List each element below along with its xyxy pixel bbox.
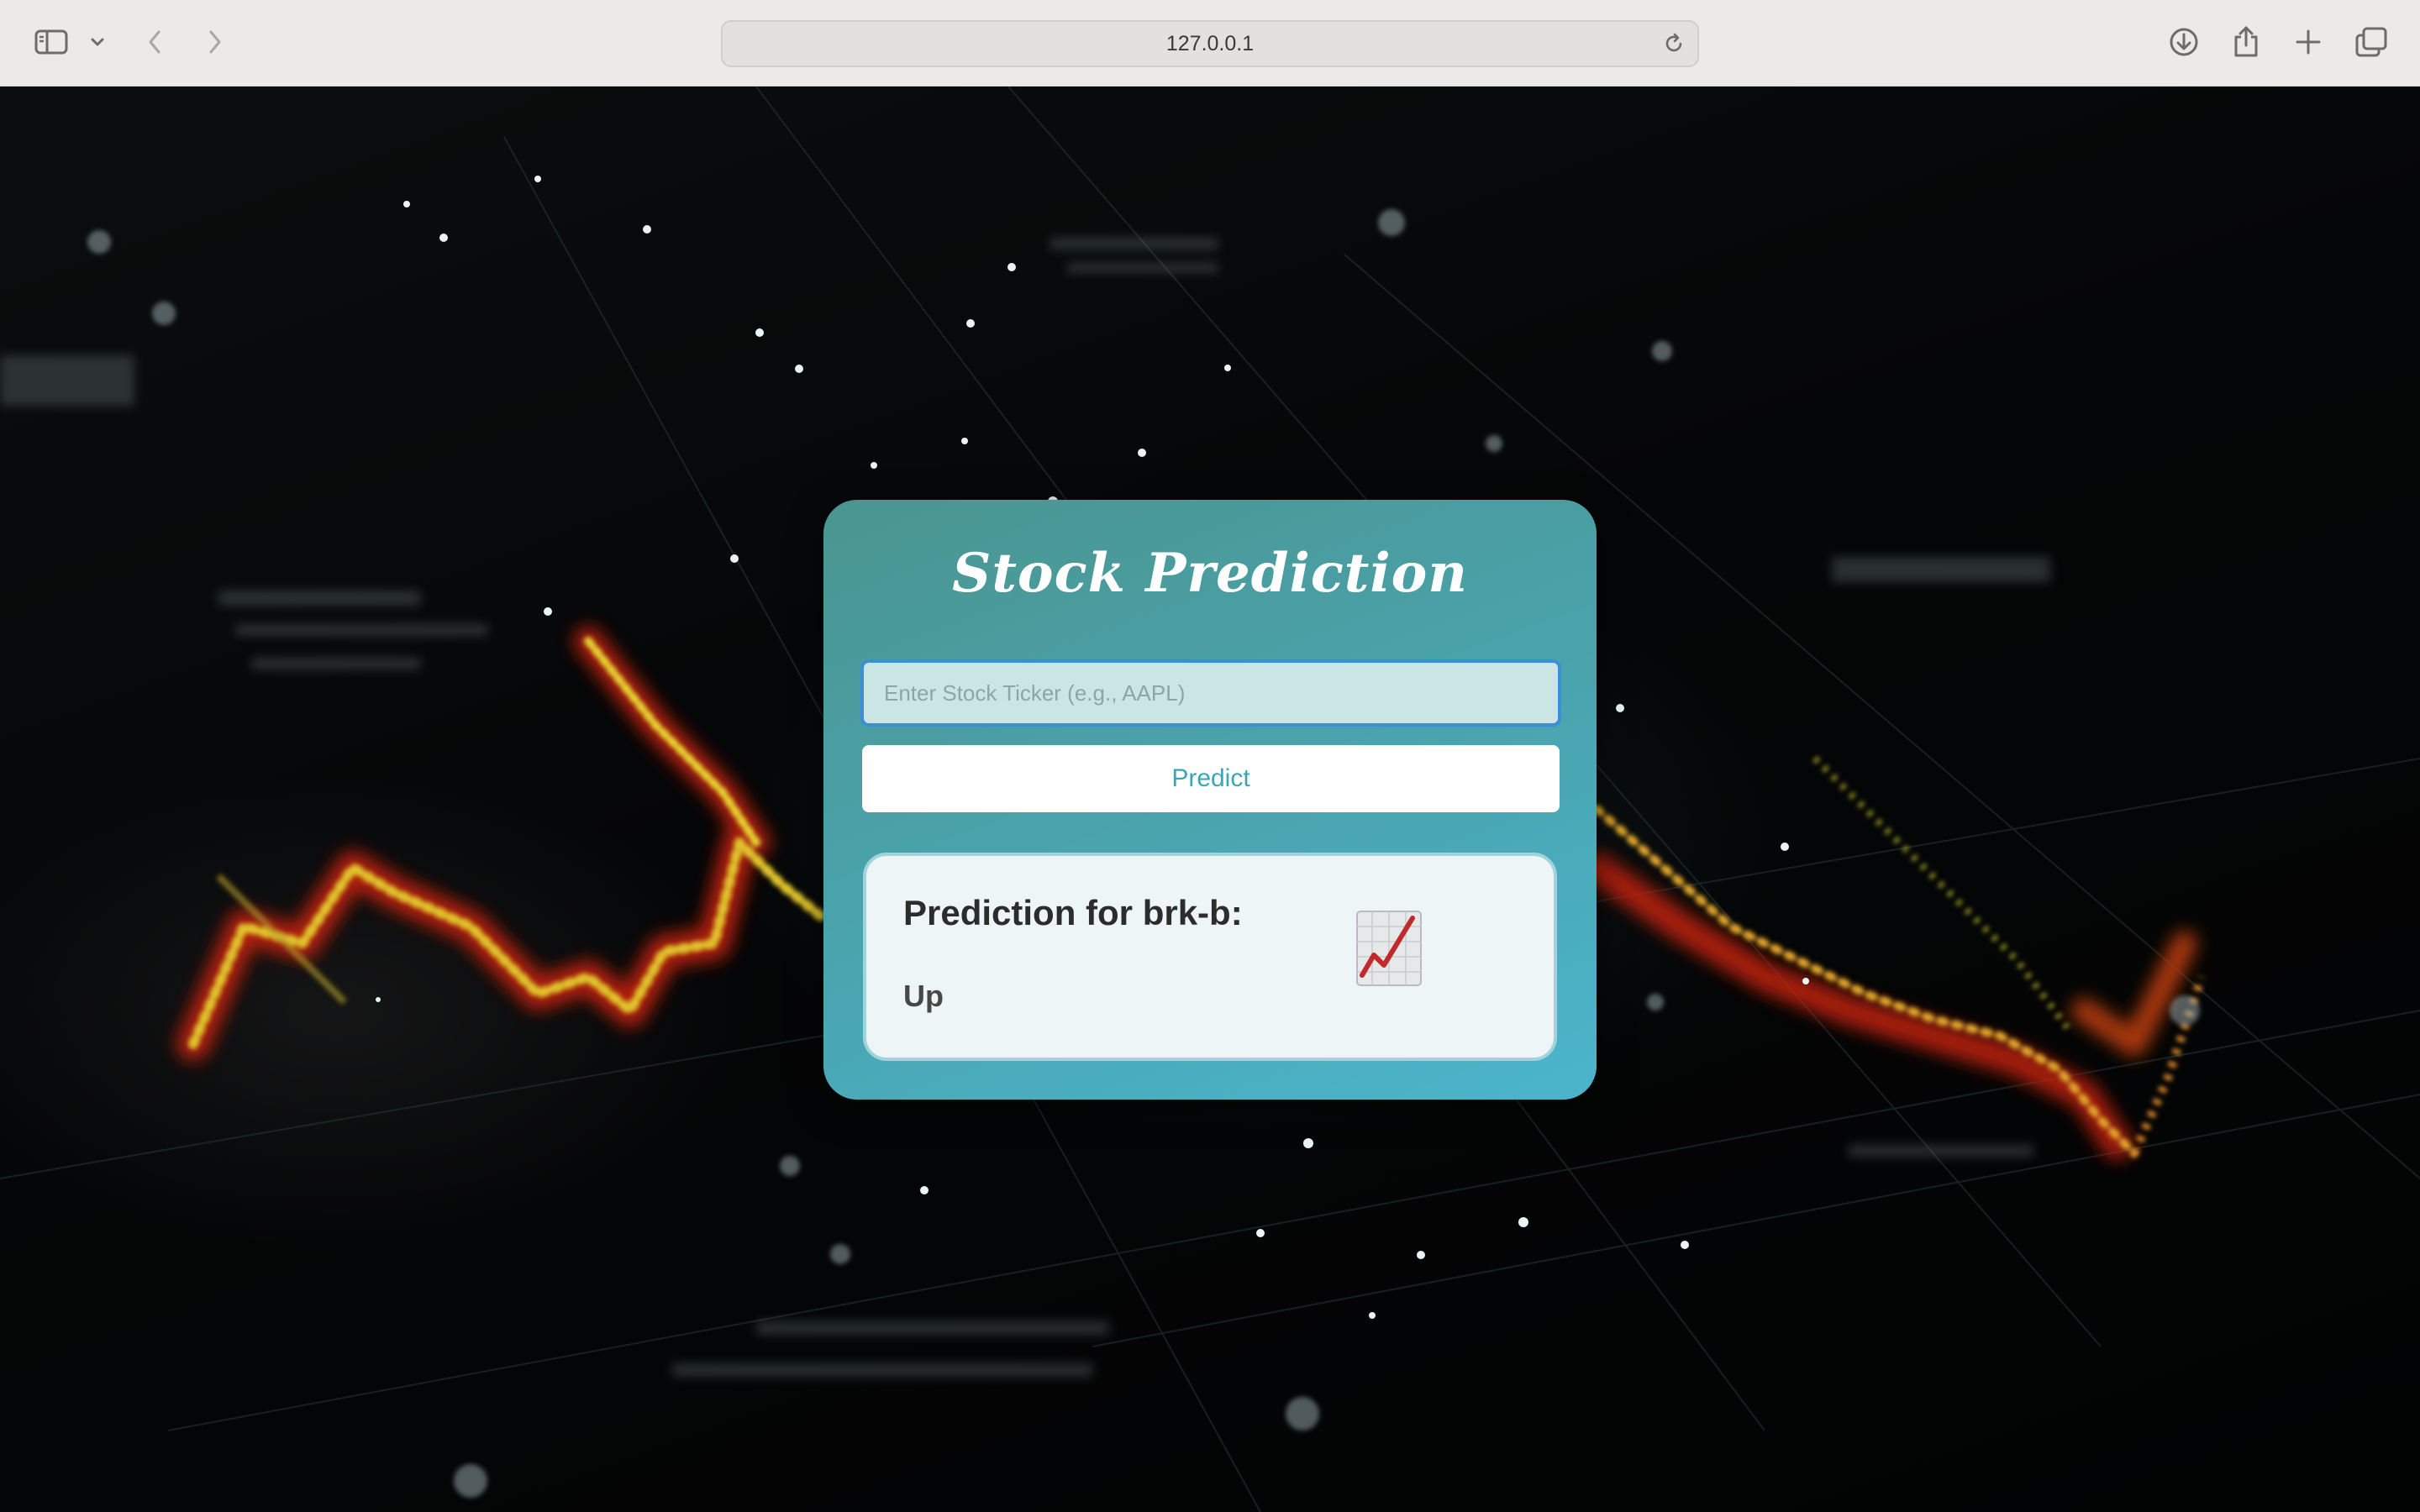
chart-increasing-icon bbox=[1355, 910, 1423, 991]
plus-icon[interactable] bbox=[2292, 20, 2324, 64]
card-title: Stock Prediction bbox=[952, 542, 1468, 605]
browser-toolbar: 127.0.0.1 bbox=[0, 0, 2420, 87]
page-viewport: Stock Prediction Predict Prediction for … bbox=[0, 87, 2420, 1512]
reload-icon[interactable] bbox=[1662, 32, 1686, 60]
address-bar[interactable]: 127.0.0.1 bbox=[721, 20, 1699, 67]
predict-button[interactable]: Predict bbox=[862, 745, 1560, 812]
result-heading: Prediction for brk-b: bbox=[903, 893, 1243, 932]
back-icon[interactable] bbox=[141, 20, 168, 64]
prediction-result: Prediction for brk-b: Up bbox=[863, 853, 1557, 1061]
tab-overview-icon[interactable] bbox=[2353, 20, 2390, 64]
url-text: 127.0.0.1 bbox=[1165, 31, 1255, 55]
chevron-down-icon[interactable] bbox=[87, 20, 108, 64]
stock-prediction-card: Stock Prediction Predict Prediction for … bbox=[823, 500, 1597, 1100]
ticker-input[interactable] bbox=[860, 659, 1561, 727]
forward-icon[interactable] bbox=[202, 20, 229, 64]
share-icon[interactable] bbox=[2230, 20, 2262, 64]
sidebar-icon[interactable] bbox=[32, 20, 71, 64]
result-value: Up bbox=[903, 979, 944, 1013]
download-icon[interactable] bbox=[2166, 20, 2202, 64]
